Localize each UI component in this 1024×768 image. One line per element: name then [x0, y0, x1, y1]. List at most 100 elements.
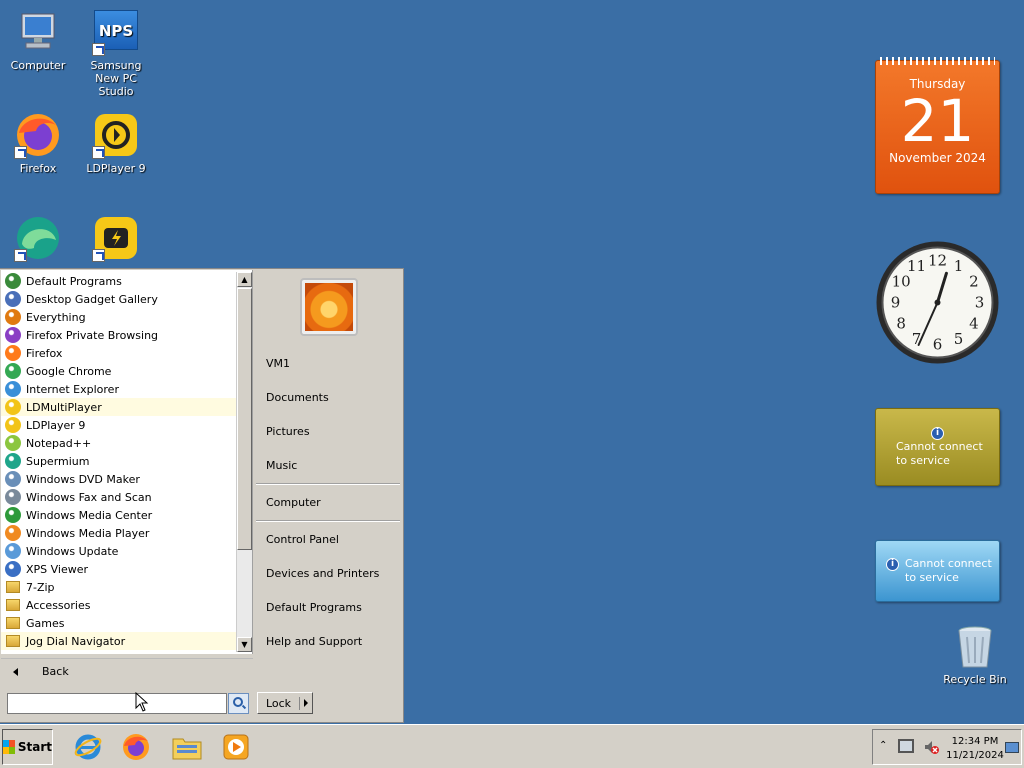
folder-icon	[6, 617, 20, 629]
desktop-icon-edge[interactable]	[0, 214, 76, 265]
program-item[interactable]: Windows Media Player	[1, 524, 237, 542]
desktop-icon-firefox[interactable]: Firefox	[0, 111, 76, 175]
right-item-control-panel[interactable]: Control Panel	[266, 533, 339, 546]
program-item[interactable]: Windows Fax and Scan	[1, 488, 237, 506]
program-label: Everything	[26, 310, 86, 324]
ldplayer-icon	[92, 111, 140, 159]
all-programs-pane: Default Programs Desktop Gadget Gallery Ev…	[1, 270, 253, 654]
program-label: XPS Viewer	[26, 562, 89, 576]
right-item-devices-printers[interactable]: Devices and Printers	[266, 567, 379, 580]
program-list-scrollbar[interactable]: ▲ ▼	[236, 272, 252, 652]
shortcut-arrow-icon	[14, 249, 27, 262]
right-item-computer[interactable]: Computer	[266, 496, 321, 509]
program-item[interactable]: Windows DVD Maker	[1, 470, 237, 488]
program-label: Games	[26, 616, 65, 630]
back-label: Back	[42, 665, 69, 678]
desktop-icon-samsung-nps[interactable]: NPS Samsung New PC Studio	[78, 8, 154, 98]
supermium-icon	[5, 453, 21, 469]
back-arrow-icon	[13, 667, 18, 676]
program-item[interactable]: Firefox	[1, 344, 237, 362]
dvd-maker-icon	[5, 471, 21, 487]
program-item[interactable]: 7-Zip	[1, 578, 237, 596]
volume-muted-icon[interactable]	[923, 739, 939, 755]
program-item[interactable]: Everything	[1, 308, 237, 326]
program-item[interactable]: Windows Update	[1, 542, 237, 560]
calendar-gadget[interactable]: Thursday 21 November 2024	[875, 57, 1000, 194]
folder-icon	[6, 581, 20, 593]
program-item[interactable]: Desktop Gadget Gallery	[1, 290, 237, 308]
calendar-month-year: November 2024	[889, 151, 986, 165]
program-label: Internet Explorer	[26, 382, 119, 396]
program-item[interactable]: LDMultiPlayer	[1, 398, 237, 416]
taskbar-firefox-button[interactable]	[121, 732, 151, 762]
program-item[interactable]: Internet Explorer	[1, 380, 237, 398]
scroll-up-button[interactable]: ▲	[237, 272, 252, 287]
program-item[interactable]: Windows Media Center	[1, 506, 237, 524]
folder-icon	[172, 738, 202, 760]
right-item-pictures[interactable]: Pictures	[266, 425, 310, 438]
taskbar-media-player-button[interactable]	[221, 732, 251, 762]
flower-picture	[305, 283, 353, 331]
desktop-icon-computer[interactable]: Computer	[0, 8, 76, 72]
weather-error-message: Cannot connect to service	[905, 557, 992, 584]
desktop-icon-label: Recycle Bin	[943, 673, 1007, 686]
folder-icon	[6, 635, 20, 647]
right-item-user[interactable]: VM1	[266, 357, 290, 370]
start-button[interactable]: Start	[2, 729, 53, 765]
chrome-icon	[5, 363, 21, 379]
clock-gadget[interactable]: 1 2 3 4 5 6 7 8 9 10 11 12	[875, 240, 1000, 365]
desktop-icon-recycle-bin[interactable]: Recycle Bin	[940, 625, 1010, 686]
desktop-icon-label: Samsung New PC Studio	[90, 59, 142, 98]
program-item[interactable]: Games	[1, 614, 237, 632]
media-center-icon	[5, 507, 21, 523]
lock-options-arrow-icon[interactable]	[304, 699, 308, 707]
program-item[interactable]: Default Programs	[1, 272, 237, 290]
program-item[interactable]: LDPlayer 9	[1, 416, 237, 434]
weather-gadget[interactable]: i Cannot connect to service	[875, 540, 1000, 602]
start-menu: Default Programs Desktop Gadget Gallery Ev…	[0, 268, 404, 723]
start-search-input[interactable]	[7, 693, 227, 714]
feed-headlines-gadget[interactable]: i Cannot connect to service	[875, 408, 1000, 486]
show-desktop-icon[interactable]	[1005, 742, 1019, 753]
default-programs-icon	[5, 273, 21, 289]
program-item[interactable]: Supermium	[1, 452, 237, 470]
clock-number: 8	[896, 315, 906, 333]
program-item[interactable]: Notepad++	[1, 434, 237, 452]
taskbar: Start ⌃ 12:34 PM 11/21/2024	[0, 724, 1024, 768]
taskbar-time: 12:34 PM	[951, 736, 999, 747]
search-button[interactable]	[228, 693, 249, 714]
program-label: Notepad++	[26, 436, 92, 450]
right-item-help-support[interactable]: Help and Support	[266, 635, 362, 648]
clock-number: 4	[969, 315, 979, 333]
program-item[interactable]: XPS Viewer	[1, 560, 237, 578]
taskbar-ie-button[interactable]	[73, 732, 103, 762]
desktop-icon-ldmultiplayer[interactable]	[78, 214, 154, 265]
scroll-thumb[interactable]	[237, 288, 252, 550]
show-hidden-icons-icon[interactable]: ⌃	[879, 740, 887, 751]
clock-number: 11	[907, 257, 926, 275]
right-item-music[interactable]: Music	[266, 459, 297, 472]
scroll-down-button[interactable]: ▼	[237, 637, 252, 652]
shortcut-arrow-icon	[92, 146, 105, 159]
program-item[interactable]: Jog Dial Navigator	[1, 632, 237, 650]
user-avatar[interactable]	[300, 278, 358, 336]
back-button[interactable]: Back	[1, 658, 253, 684]
program-item[interactable]: Google Chrome	[1, 362, 237, 380]
right-item-documents[interactable]: Documents	[266, 391, 329, 404]
right-item-default-programs[interactable]: Default Programs	[266, 601, 362, 614]
folder-icon	[6, 599, 20, 611]
program-label: Windows Media Center	[26, 508, 153, 522]
ldmultiplayer-icon	[92, 214, 140, 262]
computer-icon	[14, 8, 62, 56]
taskbar-clock[interactable]: 12:34 PM 11/21/2024	[945, 735, 1005, 763]
program-item[interactable]: Accessories	[1, 596, 237, 614]
taskbar-explorer-button[interactable]	[171, 732, 202, 762]
desktop-icon-ldplayer[interactable]: LDPlayer 9	[78, 111, 154, 175]
everything-icon	[5, 309, 21, 325]
start-label: Start	[17, 740, 52, 754]
lock-button[interactable]: Lock	[257, 692, 313, 714]
network-icon[interactable]	[898, 739, 914, 753]
clock-face: 1234567891011 12	[876, 241, 999, 364]
program-label: LDMultiPlayer	[26, 400, 102, 414]
program-item[interactable]: Firefox Private Browsing	[1, 326, 237, 344]
